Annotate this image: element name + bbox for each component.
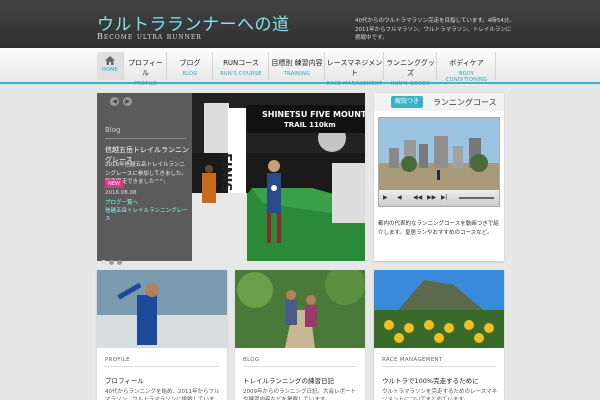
race-management-card[interactable]: RACE MANAGEMENT ウルトラで100%完走するために ウルトラマラソ…: [374, 270, 504, 400]
slider-pagination: [101, 250, 125, 269]
volume-icon[interactable]: ◀: [397, 194, 402, 201]
nav-label-goods: ランニンググッズ: [386, 59, 435, 77]
video-controls: ▶ ◀ ◀◀ ▶▶ ▶|: [379, 190, 499, 206]
nav-label-blog-en: BLOG: [182, 71, 198, 77]
card-title[interactable]: プロフィール: [105, 375, 144, 385]
slider-link-article[interactable]: 信越五岳トレイルランニングレース: [105, 206, 192, 222]
photo-banner-text-2: TRAIL 110km: [284, 121, 336, 129]
card-divider: [243, 366, 357, 367]
slider-link-blog-list[interactable]: ブログ一覧へ: [105, 198, 138, 206]
blog-card[interactable]: BLOG トレイルランニングの練習日記 2009年からのランニング日記。大会レポ…: [235, 270, 365, 400]
commentary-badge: 解説つき: [391, 96, 424, 108]
nav-label-blog: ブログ: [179, 59, 201, 67]
play-icon[interactable]: ▶: [383, 194, 388, 201]
slider-dot[interactable]: [117, 260, 122, 265]
seek-bar[interactable]: [459, 197, 494, 199]
card-text: 40代からランニングを始め、2011年からフルマラソン、ウルトラマラソンに挑戦し…: [105, 389, 220, 400]
blog-photo: [235, 270, 365, 348]
nav-label-profile-en: PROFILE: [134, 81, 157, 87]
slider-photo-finish-line[interactable]: SHINETSU FIVE MOUNTAINS TRAIL 110km FINI…: [192, 93, 365, 261]
nav-item-profile[interactable]: プロフィール PROFILE: [125, 52, 167, 87]
nav-item-goods[interactable]: ランニンググッズ RUN'S GOODS: [385, 52, 437, 87]
card-text: 2009年からのランニング日記。大会レポートや練習内容などを掲載しています。: [243, 389, 356, 400]
card-category: PROFILE: [105, 357, 130, 363]
card-text: ウルトラマラソンを完走するためのレースマネジメントについてまとめています。: [382, 389, 498, 400]
card-category: RACE MANAGEMENT: [382, 357, 443, 363]
course-video-player[interactable]: ▶ ◀ ◀◀ ▶▶ ▶|: [378, 117, 500, 207]
forward-icon[interactable]: ▶▶: [427, 194, 436, 201]
slider-category: Blog: [105, 126, 187, 139]
running-course-text: 都内の代表的なランニングコースを動画つきで紹介します。皇居ランやおすすめのコース…: [378, 221, 499, 236]
slider-date: 2016.08.08: [105, 190, 137, 196]
profile-photo: [97, 270, 227, 348]
skip-icon[interactable]: ▶|: [441, 194, 448, 201]
nav-item-home[interactable]: HOME: [97, 52, 124, 80]
nav-label-race-management-en: RACE MANAGEMENT: [326, 81, 383, 87]
video-frame: [379, 118, 499, 190]
site-header: ウルトラランナーへの道 Become ultra runner 40代からのウル…: [0, 0, 600, 48]
site-description: 40代からのウルトラマラソン完走を目指しています。4時54分。2011年からフル…: [355, 18, 515, 41]
nav-item-race-management[interactable]: レースマネジメント RACE MANAGEMENT: [326, 52, 384, 87]
card-title[interactable]: ウルトラで100%完走するために: [382, 375, 479, 385]
nav-item-training[interactable]: 目標別 練習内容 TRAINING: [270, 52, 325, 80]
slider-dot[interactable]: [109, 260, 114, 265]
new-badge: NEW: [105, 180, 123, 188]
slider-dot[interactable]: [101, 260, 106, 265]
nav-label-race-management: レースマネジメント: [326, 59, 383, 77]
running-course-card: 解説つき ランニングコース ▶ ◀ ◀◀ ▶▶ ▶| 都内の代表的なランニングコ…: [374, 93, 504, 261]
nav-label-home-en: HOME: [101, 67, 119, 73]
card-title[interactable]: トレイルランニングの練習日記: [243, 375, 334, 385]
home-icon: [105, 56, 115, 65]
card-category: BLOG: [243, 357, 260, 363]
slider-prev-icon[interactable]: ◀: [110, 97, 119, 106]
photo-banner-text: SHINETSU FIVE MOUNTAINS: [262, 110, 365, 119]
nav-item-blog[interactable]: ブログ BLOG: [168, 52, 213, 80]
running-course-header: 解説つき ランニングコース: [374, 93, 504, 111]
slider-next-icon[interactable]: ▶: [123, 97, 132, 106]
slider-caption-panel: ◀ ▶ Blog 信越五岳トレイルランニングレース 2016年信越五岳トレイルラ…: [97, 93, 192, 265]
nav-label-training-en: TRAINING: [283, 71, 311, 77]
nav-label-run-course-en: RUN'S COURSE: [220, 71, 262, 77]
nav-label-body-care-en: BODY CONDITIONING: [445, 71, 488, 83]
card-divider: [382, 366, 496, 367]
nav-label-body-care: ボディケア: [449, 59, 484, 67]
running-course-title[interactable]: ランニングコース: [433, 97, 497, 108]
site-subtitle: Become ultra runner: [97, 32, 202, 41]
race-management-photo: [374, 270, 504, 348]
nav-item-run-course[interactable]: RUNコース RUN'S COURSE: [214, 52, 269, 80]
nav-item-body-care[interactable]: ボディケア BODY CONDITIONING: [438, 52, 496, 83]
rewind-icon[interactable]: ◀◀: [413, 194, 422, 201]
main-nav: HOME プロフィール PROFILE ブログ BLOG RUNコース RUN'…: [0, 48, 600, 87]
nav-label-training: 目標別 練習内容: [271, 59, 323, 67]
nav-label-run-course: RUNコース: [223, 59, 259, 67]
card-divider: [105, 366, 219, 367]
nav-label-goods-en: RUN'S GOODS: [390, 81, 431, 87]
featured-slider: ◀ ▶ Blog 信越五岳トレイルランニングレース 2016年信越五岳トレイルラ…: [97, 93, 365, 265]
nav-label-profile: プロフィール: [128, 59, 163, 77]
profile-card[interactable]: PROFILE プロフィール 40代からランニングを始め、2011年からフルマラ…: [97, 270, 227, 400]
